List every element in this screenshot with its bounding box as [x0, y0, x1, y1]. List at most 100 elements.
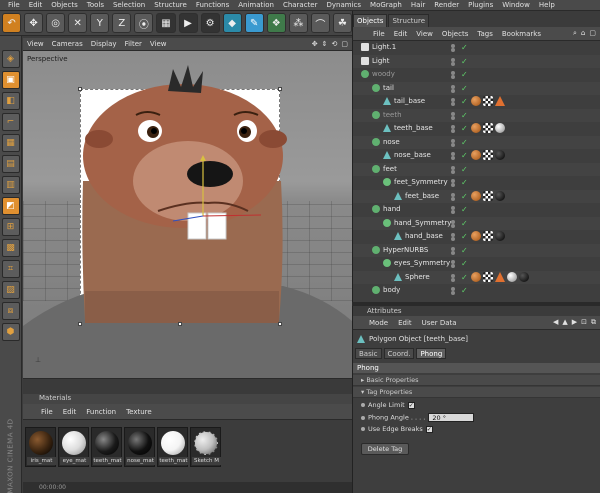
- render-visibility-dot-icon[interactable]: [451, 169, 455, 174]
- enabled-check-icon[interactable]: ✓: [461, 97, 468, 106]
- enabled-check-icon[interactable]: ✓: [461, 70, 468, 79]
- tab-basic[interactable]: Basic: [355, 348, 382, 359]
- object-row[interactable]: nose ✓: [353, 135, 600, 149]
- tri-tag-icon[interactable]: [495, 271, 505, 282]
- workplane-icon[interactable]: ▨: [1, 281, 20, 299]
- enable-axis-icon[interactable]: ⊞: [1, 218, 20, 236]
- world-icon[interactable]: ⦿: [134, 13, 154, 33]
- check-tag-icon[interactable]: [483, 271, 493, 282]
- obj-menu-file[interactable]: File: [373, 30, 385, 38]
- object-row[interactable]: Sphere ✓: [353, 270, 600, 284]
- ball-b-tag-icon[interactable]: [519, 271, 529, 282]
- vp-menu-cameras[interactable]: Cameras: [52, 40, 83, 48]
- menu-plugins[interactable]: Plugins: [468, 1, 493, 9]
- back-icon[interactable]: ◀: [553, 318, 558, 327]
- object-row[interactable]: feet ✓: [353, 162, 600, 176]
- mat-menu-edit[interactable]: Edit: [63, 408, 77, 416]
- object-row[interactable]: HyperNURBS ✓: [353, 243, 600, 257]
- render-visibility-dot-icon[interactable]: [451, 142, 455, 147]
- bbox-handle-tl[interactable]: [78, 87, 82, 91]
- object-name[interactable]: nose: [383, 138, 400, 146]
- menu-render[interactable]: Render: [434, 1, 459, 9]
- phong-tag-icon[interactable]: [471, 190, 481, 201]
- object-name[interactable]: hand_base: [405, 232, 443, 240]
- object-row[interactable]: nose_base ✓: [353, 149, 600, 162]
- cube-icon[interactable]: ◆: [222, 13, 242, 33]
- editor-visibility-dot-icon[interactable]: [451, 246, 455, 251]
- enabled-check-icon[interactable]: ✓: [461, 84, 468, 93]
- viewport-perspective[interactable]: Perspective ⊥: [23, 51, 352, 378]
- enabled-check-icon[interactable]: ✓: [461, 219, 468, 228]
- attr-menu-userdata[interactable]: User Data: [422, 319, 457, 327]
- render-visibility-dot-icon[interactable]: [451, 183, 455, 187]
- axis-mode-icon[interactable]: ⌐: [1, 113, 20, 131]
- obj-menu-view[interactable]: View: [416, 30, 433, 38]
- zoom-icon[interactable]: ⇕: [322, 40, 328, 48]
- object-name[interactable]: Light: [372, 57, 389, 65]
- phong-tag-icon[interactable]: [471, 96, 481, 106]
- subdivision-icon[interactable]: ❖: [266, 13, 286, 33]
- rotate-icon[interactable]: ⟲: [332, 40, 338, 48]
- object-mode-icon[interactable]: ▣: [1, 71, 20, 89]
- object-row[interactable]: hand ✓: [353, 203, 600, 216]
- bbox-handle-br[interactable]: [278, 322, 282, 326]
- obj-menu-bookmarks[interactable]: Bookmarks: [502, 30, 541, 38]
- object-row[interactable]: Light ✓: [353, 54, 600, 68]
- editor-visibility-dot-icon[interactable]: [451, 165, 455, 170]
- object-name[interactable]: teeth_base: [394, 124, 433, 132]
- polygons-mode-icon[interactable]: ▥: [1, 176, 20, 194]
- uv-mode-icon[interactable]: ◩: [1, 197, 20, 215]
- obj-menu-objects[interactable]: Objects: [442, 30, 468, 38]
- edges-mode-icon[interactable]: ▤: [1, 155, 20, 173]
- check-tag-icon[interactable]: [483, 190, 493, 201]
- ball-w-tag-icon[interactable]: [495, 123, 505, 133]
- section-basic-properties[interactable]: ▸ Basic Properties: [353, 375, 600, 386]
- check-tag-icon[interactable]: [483, 96, 493, 106]
- tab-structure[interactable]: Structure: [388, 14, 430, 27]
- object-row[interactable]: woody ✓: [353, 68, 600, 81]
- object-row[interactable]: teeth_base ✓: [353, 122, 600, 135]
- check-tag-icon[interactable]: [483, 123, 493, 133]
- render-visibility-dot-icon[interactable]: [451, 102, 455, 106]
- delete-tag-button[interactable]: Delete Tag: [361, 443, 409, 455]
- ball-b-tag-icon[interactable]: [495, 150, 505, 160]
- object-row[interactable]: hand_base ✓: [353, 230, 600, 243]
- maximize-icon[interactable]: ▢: [589, 29, 596, 38]
- render-visibility-dot-icon[interactable]: [451, 75, 455, 79]
- object-name[interactable]: body: [383, 286, 400, 294]
- tab-coord[interactable]: Coord.: [383, 348, 415, 359]
- new-window-icon[interactable]: ⧉: [591, 318, 596, 327]
- object-row[interactable]: teeth ✓: [353, 108, 600, 122]
- render-region-icon[interactable]: ▦: [156, 13, 176, 33]
- vp-menu-view[interactable]: View: [27, 40, 44, 48]
- phong-tag-icon[interactable]: [471, 231, 481, 241]
- use-edge-breaks-checkbox[interactable]: ✓: [425, 425, 433, 433]
- render-visibility-dot-icon[interactable]: [451, 48, 455, 52]
- ball-b-tag-icon[interactable]: [495, 231, 505, 241]
- render-visibility-dot-icon[interactable]: [451, 115, 455, 120]
- mat-menu-file[interactable]: File: [41, 408, 53, 416]
- render-visibility-dot-icon[interactable]: [451, 129, 455, 133]
- undo-icon[interactable]: ↶: [2, 13, 22, 33]
- object-name[interactable]: Light.1: [372, 43, 396, 51]
- scene-icon[interactable]: ☘: [332, 13, 352, 33]
- vp-menu-display[interactable]: Display: [91, 40, 117, 48]
- menu-mograph[interactable]: MoGraph: [370, 1, 402, 9]
- material-swatch[interactable]: teeth_mat: [157, 427, 188, 467]
- material-swatch[interactable]: nose_mat: [124, 427, 155, 467]
- solo-icon[interactable]: ⬢: [1, 323, 20, 341]
- object-name[interactable]: tail_base: [394, 97, 425, 105]
- render-settings-icon[interactable]: ⚙: [200, 13, 220, 33]
- menu-help[interactable]: Help: [539, 1, 555, 9]
- tri-tag-icon[interactable]: [495, 96, 505, 106]
- object-name[interactable]: teeth: [383, 111, 402, 119]
- editor-visibility-dot-icon[interactable]: [451, 192, 455, 197]
- phong-tag-icon[interactable]: [471, 271, 481, 282]
- obj-menu-edit[interactable]: Edit: [394, 30, 408, 38]
- object-name[interactable]: feet: [383, 165, 397, 173]
- object-row[interactable]: eyes_Symmetry ✓: [353, 257, 600, 270]
- enabled-check-icon[interactable]: ✓: [461, 192, 468, 201]
- render-visibility-dot-icon[interactable]: [451, 61, 455, 66]
- menu-objects[interactable]: Objects: [51, 1, 77, 9]
- material-swatch[interactable]: Sketch M: [190, 427, 221, 467]
